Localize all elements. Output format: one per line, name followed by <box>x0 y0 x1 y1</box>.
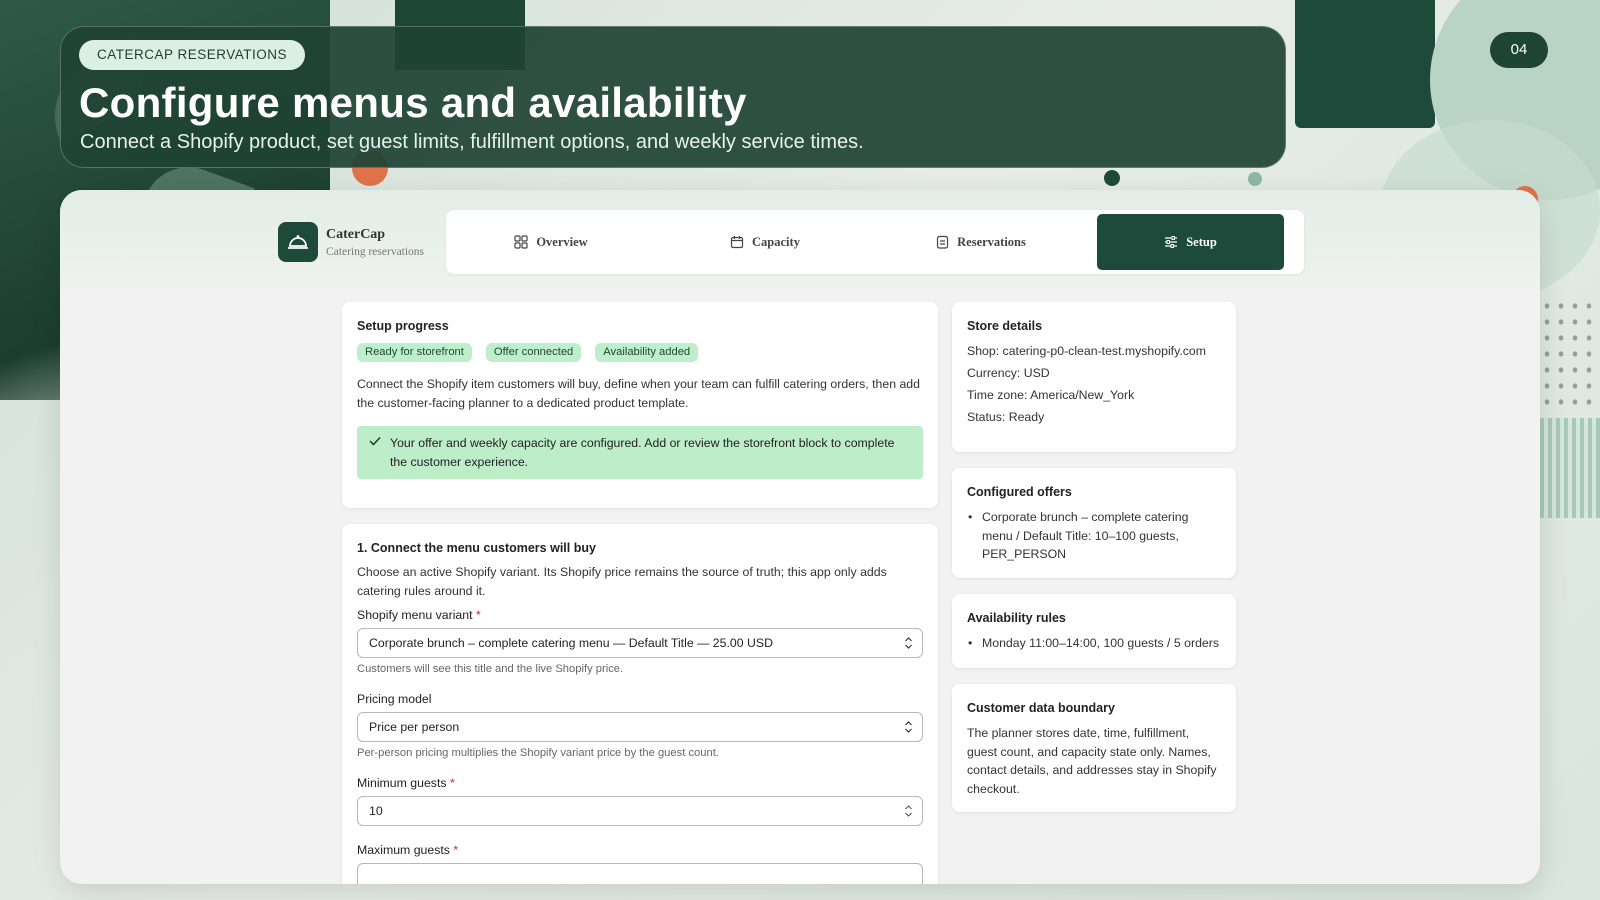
menu-description: Choose an active Shopify variant. Its Sh… <box>357 565 887 598</box>
pricing-select[interactable]: Price per person <box>357 712 923 742</box>
rules-list: Monday 11:00–14:00, 100 guests / 5 order… <box>967 634 1221 653</box>
availability-rules-card: Availability rules Monday 11:00–14:00, 1… <box>952 594 1236 668</box>
max-guests-label: Maximum guests * <box>357 843 459 857</box>
main-nav: Overview Capacity Reservations Setup <box>446 210 1304 274</box>
boundary-text: The planner stores date, time, fulfillme… <box>967 726 1217 796</box>
status-badge: Ready for storefront <box>357 343 472 362</box>
tab-label: Overview <box>536 234 588 249</box>
tab-reservations[interactable]: Reservations <box>876 214 1086 270</box>
data-boundary-card: Customer data boundary The planner store… <box>952 684 1236 812</box>
list-item: Monday 11:00–14:00, 100 guests / 5 order… <box>968 634 1221 653</box>
pricing-label: Pricing model <box>357 692 432 706</box>
brand-tagline: Catering reservations <box>326 245 425 258</box>
calendar-icon <box>730 236 744 249</box>
card-title: Store details <box>967 319 1043 333</box>
card-title: Availability rules <box>967 611 1066 625</box>
max-guests-input[interactable] <box>357 863 923 884</box>
brand[interactable]: CaterCap Catering reservations <box>278 222 424 262</box>
background-dot <box>1248 172 1262 186</box>
status-badge: Offer connected <box>485 343 582 362</box>
store-status: Status: Ready <box>967 410 1045 424</box>
list-item: Corporate brunch – complete catering men… <box>968 508 1221 564</box>
card-title: Customer data boundary <box>967 701 1115 715</box>
variant-help: Customers will see this title and the li… <box>357 663 624 675</box>
progress-description: Connect the Shopify item customers will … <box>357 377 920 410</box>
background-dot-grid <box>1540 298 1596 408</box>
store-currency: Currency: USD <box>967 366 1050 380</box>
background-block <box>1295 0 1435 128</box>
sliders-icon <box>1165 236 1178 248</box>
setup-progress-card: Setup progress Ready for storefront Offe… <box>342 302 938 508</box>
variant-select[interactable]: Corporate brunch – complete catering men… <box>357 628 923 658</box>
min-guests-value: 10 <box>369 804 383 818</box>
page-subtitle: Connect a Shopify product, set guest lim… <box>80 131 864 153</box>
tab-setup[interactable]: Setup <box>1097 214 1284 270</box>
background-dot <box>1104 170 1120 186</box>
card-title: Configured offers <box>967 485 1072 499</box>
variant-label: Shopify menu variant * <box>357 608 481 622</box>
min-guests-label: Minimum guests * <box>357 776 455 790</box>
app-header: CaterCap Catering reservations Overview <box>60 190 1540 286</box>
section-pill: CATERCAP RESERVATIONS <box>79 40 306 70</box>
store-details-card: Store details Shop: catering-p0-clean-te… <box>952 302 1236 452</box>
min-guests-input[interactable]: 10 <box>357 796 923 826</box>
grid-icon <box>514 235 528 249</box>
tab-label: Reservations <box>957 234 1026 249</box>
tab-overview[interactable]: Overview <box>446 214 656 270</box>
configured-offers-card: Configured offers Corporate brunch – com… <box>952 468 1236 578</box>
background-stripes <box>1540 418 1600 518</box>
stepper-icon[interactable] <box>904 804 913 818</box>
store-timezone: Time zone: America/New_York <box>967 388 1135 402</box>
card-title: 1. Connect the menu customers will buy <box>357 541 596 555</box>
page-title: Configure menus and availability <box>79 79 747 126</box>
success-message: Your offer and weekly capacity are confi… <box>390 436 895 469</box>
chevron-updown-icon <box>905 721 912 733</box>
tab-capacity[interactable]: Capacity <box>660 214 870 270</box>
header-banner: CATERCAP RESERVATIONS Configure menus an… <box>60 26 1286 168</box>
store-shop: Shop: catering-p0-clean-test.myshopify.c… <box>967 344 1206 358</box>
tab-label: Setup <box>1186 234 1217 249</box>
status-badges: Ready for storefront Offer connected Ava… <box>357 343 923 362</box>
card-title: Setup progress <box>357 319 449 333</box>
success-banner: Your offer and weekly capacity are confi… <box>357 426 923 479</box>
pricing-value: Price per person <box>369 720 460 734</box>
tab-label: Capacity <box>752 234 800 249</box>
checkmark-icon <box>369 436 381 446</box>
app-window: CaterCap Catering reservations Overview <box>60 190 1540 884</box>
variant-value: Corporate brunch – complete catering men… <box>369 636 773 650</box>
page-number-badge: 04 <box>1490 32 1548 68</box>
chevron-updown-icon <box>905 637 912 649</box>
pricing-help: Per-person pricing multiplies the Shopif… <box>357 747 719 759</box>
cloche-icon <box>278 222 318 262</box>
brand-name: CaterCap <box>326 226 386 242</box>
status-badge: Availability added <box>595 343 699 362</box>
menu-connect-card: 1. Connect the menu customers will buy C… <box>342 524 938 884</box>
clipboard-icon <box>937 235 949 249</box>
offers-list: Corporate brunch – complete catering men… <box>967 508 1221 564</box>
